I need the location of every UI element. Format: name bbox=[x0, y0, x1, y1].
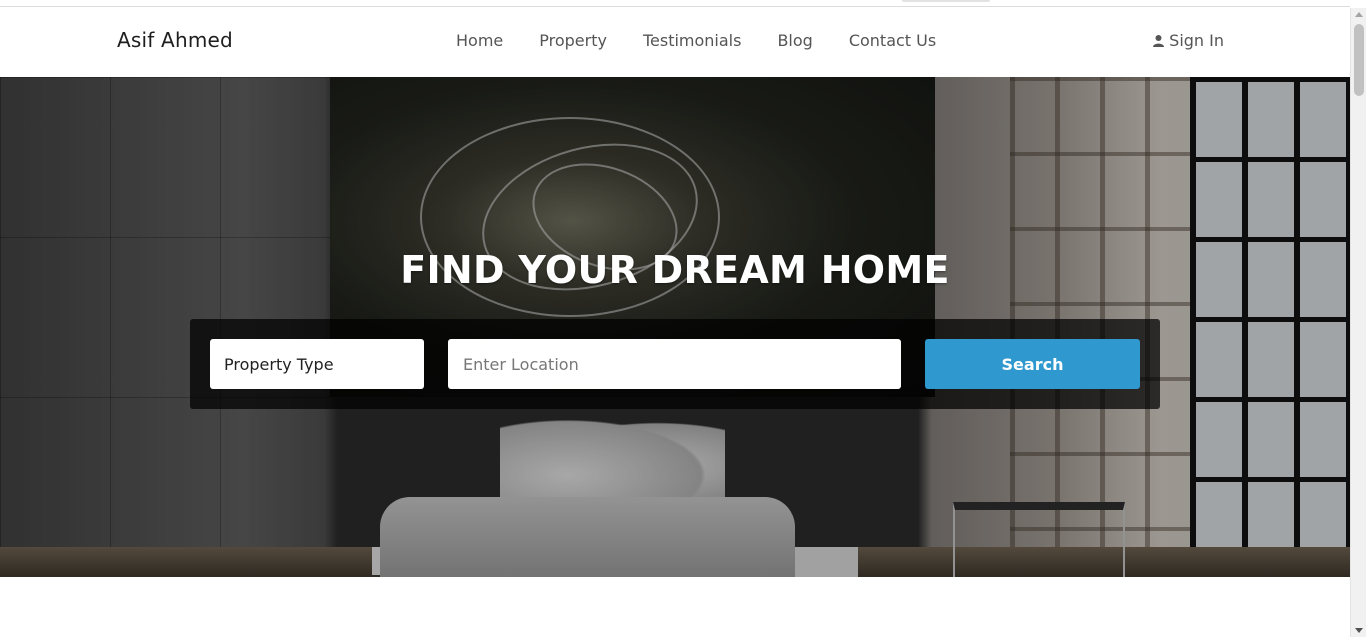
search-button[interactable]: Search bbox=[925, 339, 1140, 389]
main-nav: Home Property Testimonials Blog Contact … bbox=[456, 31, 936, 50]
navbar: Asif Ahmed Home Property Testimonials Bl… bbox=[0, 8, 1350, 77]
search-panel: Property Type Search bbox=[190, 319, 1160, 409]
property-type-select[interactable]: Property Type bbox=[210, 339, 424, 389]
user-icon bbox=[1153, 34, 1165, 47]
scroll-down-icon[interactable] bbox=[1355, 628, 1363, 633]
page-scrollbar[interactable] bbox=[1350, 8, 1366, 637]
tab-hint bbox=[902, 0, 990, 2]
nav-contact-us[interactable]: Contact Us bbox=[849, 31, 936, 50]
nav-property[interactable]: Property bbox=[539, 31, 607, 50]
nav-testimonials[interactable]: Testimonials bbox=[643, 31, 742, 50]
sign-in-label: Sign In bbox=[1169, 31, 1224, 50]
hero-banner: FIND YOUR DREAM HOME Property Type Searc… bbox=[0, 77, 1350, 577]
nav-home[interactable]: Home bbox=[456, 31, 503, 50]
scroll-thumb[interactable] bbox=[1354, 24, 1364, 96]
brand-logo[interactable]: Asif Ahmed bbox=[117, 28, 233, 52]
sign-in-link[interactable]: Sign In bbox=[1153, 31, 1224, 50]
nav-blog[interactable]: Blog bbox=[777, 31, 812, 50]
top-strip bbox=[0, 0, 1350, 7]
hero-title: FIND YOUR DREAM HOME bbox=[400, 248, 950, 292]
scroll-up-icon[interactable] bbox=[1355, 12, 1363, 17]
location-input[interactable] bbox=[448, 339, 901, 389]
